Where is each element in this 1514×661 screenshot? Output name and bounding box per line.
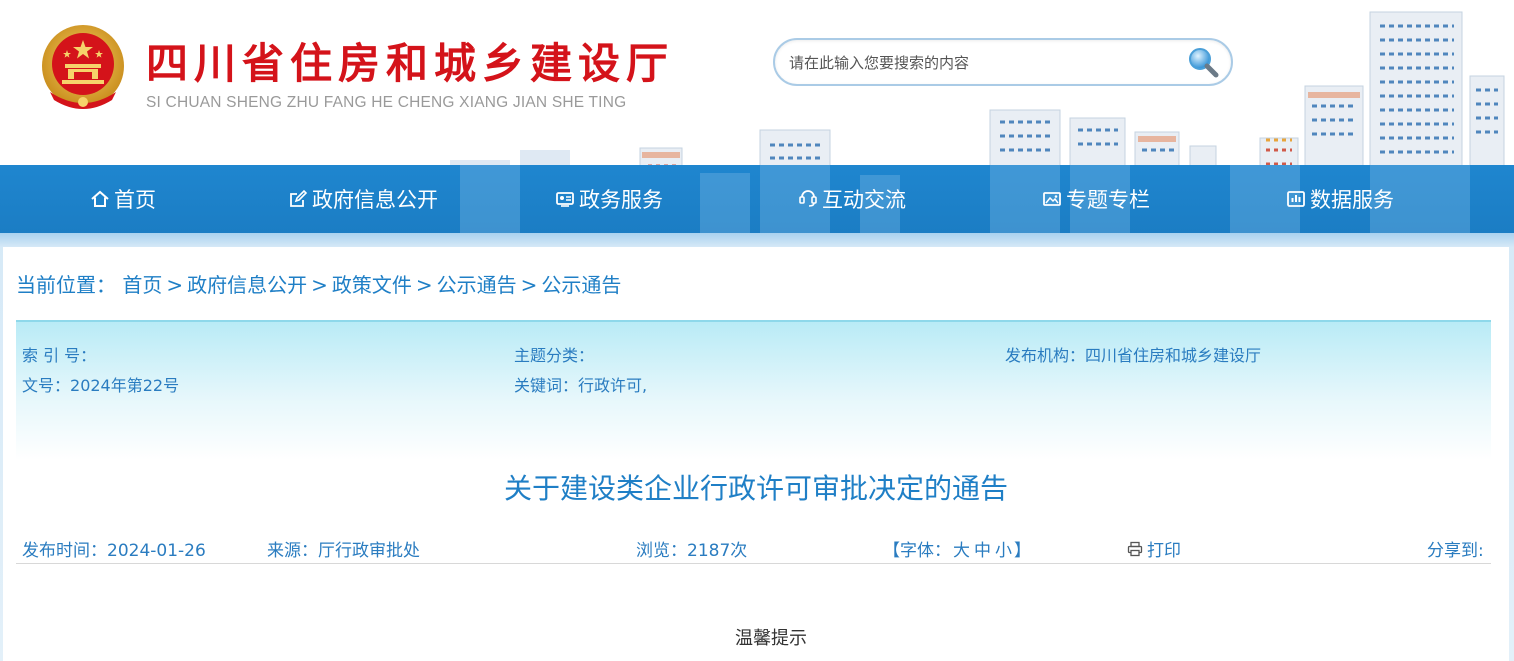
meta-publisher: 发布机构：四川省住房和城乡建设厅 [1005,342,1261,366]
breadcrumb-item-gov-info[interactable]: 政府信息公开 [187,273,307,297]
publish-time: 发布时间：2024-01-26 [22,536,206,561]
share-label: 分享到: [1427,541,1484,561]
meta-keywords-label: 关键词： [514,376,579,395]
print-label: 打印 [1147,541,1181,561]
nav-item-label: 数据服务 [1310,188,1394,212]
breadcrumb-separator: > [311,273,328,297]
breadcrumb-separator: > [415,273,433,297]
site-pinyin: SI CHUAN SHENG ZHU FANG HE CHENG XIANG J… [146,94,627,111]
meta-doc-no-value: 2024年第22号 [70,376,180,395]
nav-item-topics[interactable]: 专题专栏 [1042,165,1150,233]
font-size-close-bracket: 】 [1014,541,1031,561]
source: 来源：厅行政审批处 [267,536,420,561]
publish-time-value: 2024-01-26 [107,541,206,561]
header-band [0,233,1514,247]
article-title: 关于建设类企业行政许可审批决定的通告 [503,472,1008,505]
source-label: 来源： [267,541,318,561]
meta-keywords: 关键词：行政许可, [514,372,647,396]
breadcrumb-item-home[interactable]: 首页 [122,273,162,297]
nav-item-home[interactable]: 首页 [90,165,156,233]
nav-item-interaction[interactable]: 互动交流 [798,165,906,233]
font-size-large-button[interactable]: 大 [953,541,970,561]
meta-publisher-label: 发布机构： [1005,346,1086,365]
data-chart-icon [1286,189,1306,209]
breadcrumb-item-notices-current[interactable]: 公示通告 [541,273,621,297]
nav-item-label: 政务服务 [579,188,663,212]
meta-doc-no-label: 文号： [22,376,71,395]
warm-tip-heading: 温馨提示 [735,628,807,649]
nav-item-gov-info[interactable]: 政府信息公开 [288,165,438,233]
font-size-control: 【字体：大中小】 [883,536,1031,561]
breadcrumb: 当前位置： 首页 > 政府信息公开 > 政策文件 > 公示通告 > 公示通告 [16,269,621,298]
content-panel: 当前位置： 首页 > 政府信息公开 > 政策文件 > 公示通告 > 公示通告 索 引 号： 主题… [3,247,1509,661]
print-button[interactable]: 打印 [1127,536,1181,561]
meta-topic: 主题分类： [514,342,594,366]
home-icon [90,189,110,209]
views-label: 浏览： [636,541,687,561]
font-size-label: 【字体： [883,541,951,561]
magnifier-icon[interactable] [1185,45,1221,81]
breadcrumb-item-policy-docs[interactable]: 政策文件 [332,273,412,297]
meta-publisher-value: 四川省住房和城乡建设厅 [1085,346,1262,365]
meta-keywords-value: 行政许可, [578,376,648,395]
font-size-medium-button[interactable]: 中 [974,541,991,561]
site-title: 四川省住房和城乡建设厅 [146,39,675,88]
divider [16,563,1491,564]
breadcrumb-label: 当前位置： [16,273,116,297]
document-meta-box: 索 引 号： 主题分类： 发布机构：四川省住房和城乡建设厅 文号：2024年第2… [16,320,1491,460]
meta-doc-no: 文号：2024年第22号 [22,372,179,396]
source-value: 厅行政审批处 [318,541,420,561]
edit-icon [288,189,308,209]
breadcrumb-separator: > [520,273,538,297]
search-box [773,38,1233,86]
breadcrumb-separator: > [166,273,184,297]
search-input[interactable] [789,50,1179,76]
breadcrumb-item-notices[interactable]: 公示通告 [437,273,517,297]
main-nav: 首页 政府信息公开 政务服务 互动交流 专题专栏 数据服务 [0,165,1514,233]
service-card-icon [555,189,575,209]
interaction-icon [798,189,818,209]
nav-item-label: 互动交流 [822,188,906,212]
font-size-small-button[interactable]: 小 [995,541,1012,561]
nav-item-label: 首页 [114,188,156,212]
meta-index: 索 引 号： [22,342,96,366]
views-value: 2187次 [687,541,748,561]
national-emblem-icon [38,22,128,114]
nav-item-label: 政府信息公开 [312,188,438,212]
meta-topic-label: 主题分类： [514,346,595,365]
nav-item-label: 专题专栏 [1066,188,1150,212]
nav-item-data[interactable]: 数据服务 [1286,165,1394,233]
image-icon [1042,189,1062,209]
meta-index-label: 索 引 号： [22,346,97,365]
publish-time-label: 发布时间： [22,541,107,561]
printer-icon [1127,541,1143,556]
nav-item-services[interactable]: 政务服务 [555,165,663,233]
view-count: 浏览：2187次 [636,536,747,561]
site-header: 四川省住房和城乡建设厅 SI CHUAN SHENG ZHU FANG HE C… [0,0,1514,165]
